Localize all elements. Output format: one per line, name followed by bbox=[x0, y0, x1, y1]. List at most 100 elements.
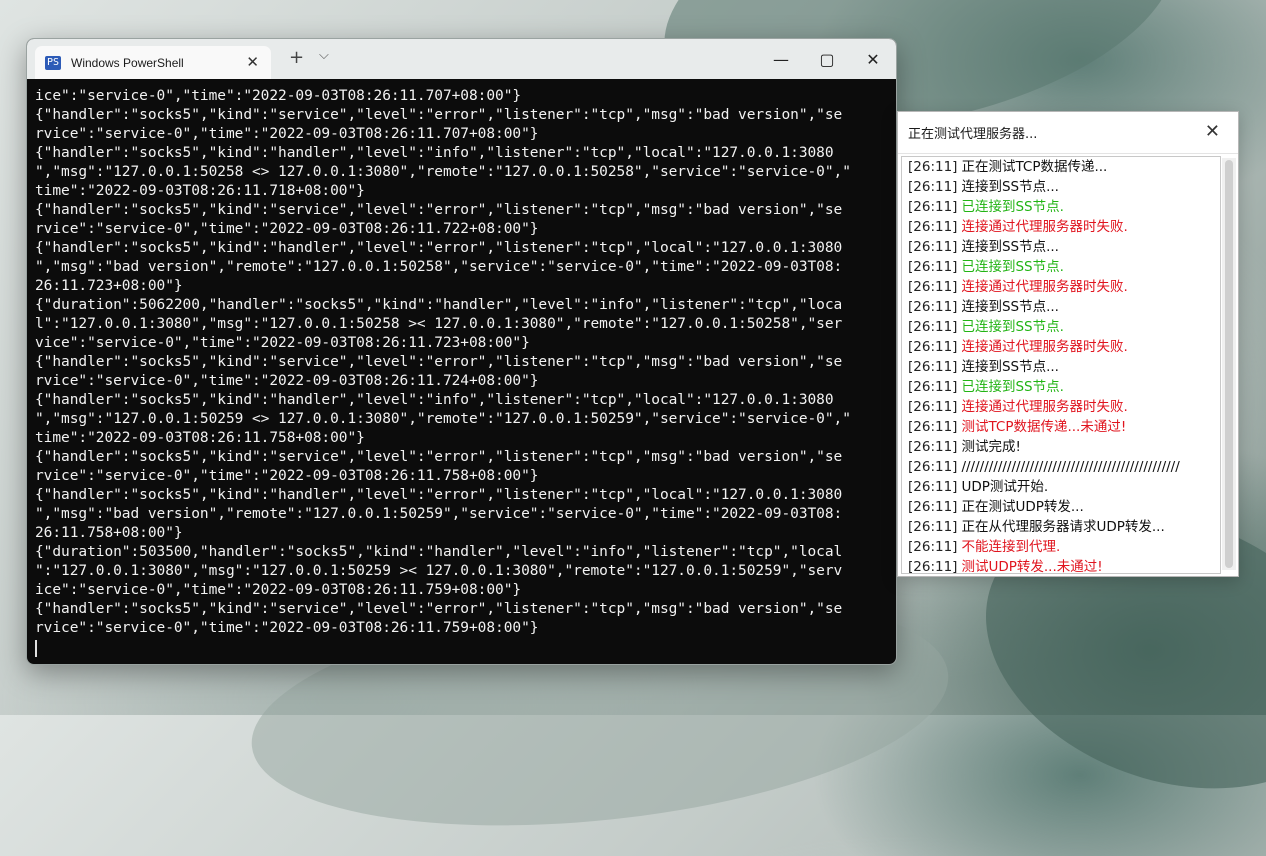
log-timestamp: [26:11] bbox=[908, 219, 958, 235]
log-entry: [26:11] 连接到SS节点... bbox=[902, 237, 1220, 257]
log-entry: [26:11] 连接通过代理服务器时失败. bbox=[902, 277, 1220, 297]
log-entry: [26:11] 不能连接到代理. bbox=[902, 537, 1220, 557]
log-entry: [26:11] 连接到SS节点... bbox=[902, 357, 1220, 377]
log-entry: [26:11] UDP测试开始. bbox=[902, 477, 1220, 497]
log-message: 不能连接到代理. bbox=[961, 539, 1061, 555]
terminal-line: {"duration":503500,"handler":"socks5","k… bbox=[35, 544, 843, 560]
log-timestamp: [26:11] bbox=[908, 279, 958, 295]
powershell-titlebar[interactable]: PS Windows PowerShell ✕ + ⌵ — ▢ ✕ bbox=[27, 39, 896, 79]
terminal-line: time":"2022-09-03T08:26:11.718+08:00"} bbox=[35, 183, 365, 199]
log-timestamp: [26:11] bbox=[908, 319, 958, 335]
log-message: 连接通过代理服务器时失败. bbox=[961, 279, 1128, 295]
terminal-line: vice":"service-0","time":"2022-09-03T08:… bbox=[35, 335, 530, 351]
log-timestamp: [26:11] bbox=[908, 259, 958, 275]
terminal-output[interactable]: ice":"service-0","time":"2022-09-03T08:2… bbox=[27, 79, 896, 658]
log-message: 正在测试UDP转发... bbox=[961, 499, 1084, 515]
log-entry: [26:11] 正在测试TCP数据传递... bbox=[902, 157, 1220, 177]
log-message: ////////////////////////////////////////… bbox=[961, 459, 1180, 475]
scrollbar-thumb[interactable] bbox=[1225, 160, 1233, 568]
powershell-window: PS Windows PowerShell ✕ + ⌵ — ▢ ✕ ice":"… bbox=[26, 38, 897, 665]
terminal-line: rvice":"service-0","time":"2022-09-03T08… bbox=[35, 373, 539, 389]
log-timestamp: [26:11] bbox=[908, 239, 958, 255]
terminal-line: ","msg":"bad version","remote":"127.0.0.… bbox=[35, 506, 843, 522]
log-entry: [26:11] 连接到SS节点... bbox=[902, 297, 1220, 317]
terminal-line: rvice":"service-0","time":"2022-09-03T08… bbox=[35, 620, 539, 636]
terminal-line: {"handler":"socks5","kind":"service","le… bbox=[35, 601, 843, 617]
log-scrollbar[interactable] bbox=[1222, 158, 1236, 570]
log-message: 连接通过代理服务器时失败. bbox=[961, 339, 1128, 355]
log-message: 连接通过代理服务器时失败. bbox=[961, 219, 1128, 235]
dialog-title: 正在测试代理服务器... bbox=[908, 127, 1038, 142]
terminal-line: time":"2022-09-03T08:26:11.758+08:00"} bbox=[35, 430, 365, 446]
terminal-line: rvice":"service-0","time":"2022-09-03T08… bbox=[35, 221, 539, 237]
log-timestamp: [26:11] bbox=[908, 439, 958, 455]
log-entry: [26:11] 测试UDP转发...未通过! bbox=[902, 557, 1220, 574]
tab-close-icon[interactable]: ✕ bbox=[246, 53, 259, 71]
tab-title: Windows PowerShell bbox=[71, 55, 184, 70]
terminal-line: {"handler":"socks5","kind":"handler","le… bbox=[35, 487, 843, 503]
terminal-line: {"handler":"socks5","kind":"handler","le… bbox=[35, 145, 834, 161]
terminal-line: {"duration":5062200,"handler":"socks5","… bbox=[35, 297, 843, 313]
log-timestamp: [26:11] bbox=[908, 459, 958, 475]
close-button[interactable]: ✕ bbox=[850, 39, 896, 79]
terminal-line: {"handler":"socks5","kind":"handler","le… bbox=[35, 240, 843, 256]
log-timestamp: [26:11] bbox=[908, 519, 958, 535]
terminal-line: 26:11.723+08:00"} bbox=[35, 278, 183, 294]
log-message: 连接通过代理服务器时失败. bbox=[961, 399, 1128, 415]
log-timestamp: [26:11] bbox=[908, 499, 958, 515]
log-message: 已连接到SS节点. bbox=[961, 259, 1064, 275]
terminal-line: ","msg":"127.0.0.1:50259 <> 127.0.0.1:30… bbox=[35, 411, 851, 427]
log-entry: [26:11] 正在测试UDP转发... bbox=[902, 497, 1220, 517]
log-timestamp: [26:11] bbox=[908, 199, 958, 215]
log-message: 已连接到SS节点. bbox=[961, 379, 1064, 395]
log-message: 连接到SS节点... bbox=[961, 239, 1059, 255]
terminal-line: ","msg":"127.0.0.1:50258 <> 127.0.0.1:30… bbox=[35, 164, 851, 180]
window-controls: — ▢ ✕ bbox=[758, 39, 896, 79]
new-tab-button[interactable]: + bbox=[289, 47, 304, 68]
text-cursor bbox=[35, 640, 37, 657]
log-timestamp: [26:11] bbox=[908, 419, 958, 435]
log-timestamp: [26:11] bbox=[908, 359, 958, 375]
terminal-line: {"handler":"socks5","kind":"service","le… bbox=[35, 449, 843, 465]
terminal-line: {"handler":"socks5","kind":"service","le… bbox=[35, 354, 843, 370]
powershell-icon: PS bbox=[45, 55, 61, 70]
log-message: 测试TCP数据传递...未通过! bbox=[961, 419, 1127, 435]
terminal-prompt-line[interactable] bbox=[35, 638, 896, 658]
log-message: 已连接到SS节点. bbox=[961, 319, 1064, 335]
log-entry: [26:11]/////////////////////////////////… bbox=[902, 457, 1220, 477]
tab-powershell[interactable]: PS Windows PowerShell ✕ bbox=[35, 46, 271, 79]
test-log-list[interactable]: [26:11] 正在测试TCP数据传递... [26:11] 连接到SS节点... [2… bbox=[901, 156, 1221, 574]
log-entry: [26:11] 已连接到SS节点. bbox=[902, 197, 1220, 217]
log-message: 正在测试TCP数据传递... bbox=[961, 159, 1108, 175]
log-entry: [26:11] 连接到SS节点... bbox=[902, 177, 1220, 197]
terminal-line: {"handler":"socks5","kind":"handler","le… bbox=[35, 392, 834, 408]
log-timestamp: [26:11] bbox=[908, 179, 958, 195]
terminal-line: l":"127.0.0.1:3080","msg":"127.0.0.1:502… bbox=[35, 316, 843, 332]
log-timestamp: [26:11] bbox=[908, 559, 958, 574]
log-message: 连接到SS节点... bbox=[961, 299, 1059, 315]
chevron-down-icon[interactable]: ⌵ bbox=[319, 48, 329, 63]
log-message: 测试完成! bbox=[961, 439, 1021, 455]
maximize-button[interactable]: ▢ bbox=[804, 39, 850, 79]
log-timestamp: [26:11] bbox=[908, 299, 958, 315]
terminal-line: ice":"service-0","time":"2022-09-03T08:2… bbox=[35, 88, 522, 104]
log-entry: [26:11] 连接通过代理服务器时失败. bbox=[902, 217, 1220, 237]
log-timestamp: [26:11] bbox=[908, 339, 958, 355]
log-entry: [26:11] 已连接到SS节点. bbox=[902, 317, 1220, 337]
terminal-line: {"handler":"socks5","kind":"service","le… bbox=[35, 202, 843, 218]
dialog-titlebar[interactable]: 正在测试代理服务器... ✕ bbox=[898, 112, 1238, 154]
log-timestamp: [26:11] bbox=[908, 379, 958, 395]
log-entry: [26:11] 测试TCP数据传递...未通过! bbox=[902, 417, 1220, 437]
log-timestamp: [26:11] bbox=[908, 539, 958, 555]
proxy-test-dialog: 正在测试代理服务器... ✕ [26:11] 正在测试TCP数据传递... [26:… bbox=[897, 111, 1239, 577]
terminal-line: ice":"service-0","time":"2022-09-03T08:2… bbox=[35, 582, 522, 598]
log-message: 连接到SS节点... bbox=[961, 359, 1059, 375]
log-message: 已连接到SS节点. bbox=[961, 199, 1064, 215]
log-entry: [26:11] 已连接到SS节点. bbox=[902, 257, 1220, 277]
minimize-button[interactable]: — bbox=[758, 39, 804, 79]
log-entry: [26:11] 已连接到SS节点. bbox=[902, 377, 1220, 397]
terminal-line: ","msg":"bad version","remote":"127.0.0.… bbox=[35, 259, 843, 275]
log-entry: [26:11] 测试完成! bbox=[902, 437, 1220, 457]
terminal-line: rvice":"service-0","time":"2022-09-03T08… bbox=[35, 468, 539, 484]
close-icon[interactable]: ✕ bbox=[1205, 121, 1220, 142]
